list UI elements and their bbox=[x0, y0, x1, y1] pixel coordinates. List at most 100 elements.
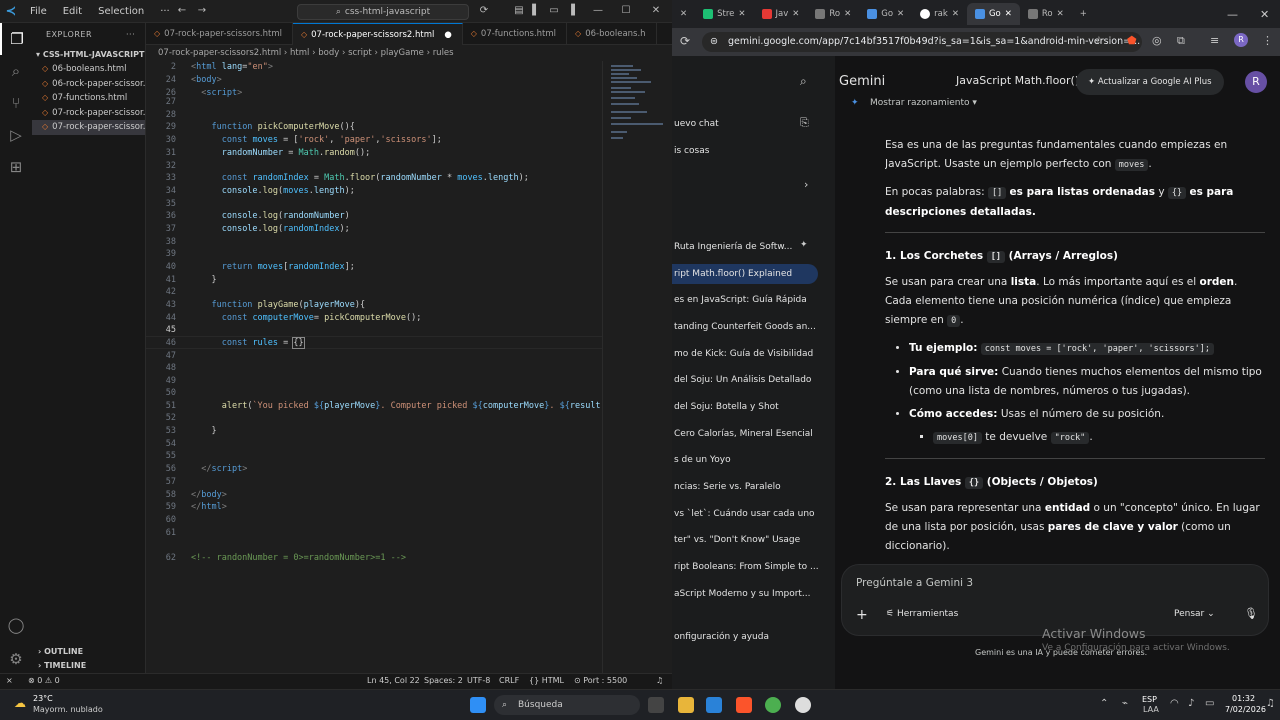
minimize-icon[interactable]: — bbox=[1227, 8, 1238, 21]
problems-indicator[interactable]: ⊗ 0 ⚠ 0 bbox=[28, 676, 60, 685]
chat-title[interactable]: JavaScript Math.floor() bbox=[956, 74, 1079, 87]
site-info-icon[interactable]: ⊜ bbox=[710, 32, 718, 52]
reading-list-icon[interactable]: ≡ bbox=[1210, 34, 1219, 47]
breadcrumb-body[interactable]: body bbox=[318, 48, 339, 58]
live-server-port[interactable]: ⊙ Port : 5500 bbox=[574, 676, 627, 685]
search-icon[interactable]: ⌕ bbox=[0, 55, 32, 87]
history-item[interactable]: ncias: Serie vs. Paralelo bbox=[672, 477, 835, 497]
taskbar-search[interactable]: ⌕ Búsqueda bbox=[494, 695, 640, 715]
browser-tab[interactable]: Go ✕ bbox=[859, 3, 912, 25]
weather-icon[interactable]: ☁ bbox=[14, 696, 26, 710]
breadcrumb-playgame[interactable]: playGame bbox=[381, 48, 424, 58]
new-tab-button[interactable]: + bbox=[1072, 3, 1095, 25]
encoding[interactable]: UTF-8 bbox=[467, 676, 490, 685]
clock-time[interactable]: 01:32 bbox=[1232, 694, 1255, 703]
weather-desc[interactable]: Mayorm. nublado bbox=[33, 705, 103, 714]
openai-icon[interactable] bbox=[795, 697, 811, 713]
file-item[interactable]: ◇ 07-rock-paper-scissor... bbox=[32, 106, 145, 121]
tab-booleans[interactable]: ◇ 06-booleans.h bbox=[567, 23, 657, 45]
gemini-brand[interactable]: Gemini bbox=[839, 74, 885, 89]
close-icon[interactable]: ✕ bbox=[1005, 3, 1012, 25]
file-item[interactable]: ◇ 06-booleans.html bbox=[32, 62, 145, 77]
history-item[interactable]: ter" vs. "Don't Know" Usage bbox=[672, 530, 835, 550]
menu-selection[interactable]: Selection bbox=[90, 6, 152, 17]
notifications-icon[interactable]: ♫ bbox=[1266, 698, 1275, 709]
menu-edit[interactable]: Edit bbox=[55, 6, 90, 17]
close-icon[interactable]: ✕ bbox=[1260, 8, 1269, 21]
close-icon[interactable]: ✕ bbox=[738, 3, 745, 25]
breadcrumb-file[interactable]: 07-rock-paper-scissors2.html bbox=[158, 48, 281, 58]
file-item[interactable]: ◇ 07-functions.html bbox=[32, 91, 145, 106]
address-bar[interactable]: ⊜ gemini.google.com/app/7c14bf3517f0b49d… bbox=[702, 32, 1142, 52]
browser-tab[interactable]: Stre ✕ bbox=[695, 3, 753, 25]
toggle-sidebar-icon[interactable]: ▌ bbox=[530, 5, 542, 17]
close-icon[interactable]: ✕ bbox=[844, 3, 851, 25]
language-indicator[interactable]: ESP bbox=[1142, 695, 1157, 704]
breadcrumb-html[interactable]: html bbox=[290, 48, 309, 58]
new-chat-button[interactable]: uevo chat bbox=[672, 114, 835, 134]
minimize-icon[interactable]: — bbox=[592, 5, 604, 17]
edit-icon[interactable]: ⎘ bbox=[800, 116, 809, 130]
tab-rock-paper-scissors[interactable]: ◇ 07-rock-paper-scissors.html bbox=[146, 23, 293, 45]
upgrade-button[interactable]: ✦ Actualizar a Google AI Plus bbox=[1076, 69, 1224, 95]
brave-extension-icon[interactable]: ⬟ bbox=[1127, 34, 1137, 47]
menu-kebab-icon[interactable]: ⋮ bbox=[1262, 34, 1273, 47]
history-item[interactable]: Ruta Ingeniería de Softw... bbox=[672, 237, 835, 257]
bookmark-star-icon[interactable]: ☆ bbox=[1094, 34, 1104, 47]
history-item[interactable]: aScript Moderno y su Import... bbox=[672, 584, 835, 604]
browser-tab[interactable]: Jav ✕ bbox=[754, 3, 808, 25]
workspace-folder[interactable]: ▾ CSS-HTML-JAVASCRIPT bbox=[32, 47, 145, 62]
source-control-icon[interactable]: ⑂ bbox=[0, 87, 32, 119]
browser-tab[interactable]: Ro ✕ bbox=[807, 3, 859, 25]
clock-date[interactable]: 7/02/2026 bbox=[1225, 705, 1266, 714]
history-item[interactable]: del Soju: Botella y Shot bbox=[672, 397, 835, 417]
weather-temp[interactable]: 23°C bbox=[33, 694, 53, 703]
history-item[interactable]: s de un Yoyo bbox=[672, 450, 835, 470]
file-explorer-icon[interactable] bbox=[678, 697, 694, 713]
explorer-icon[interactable]: ❐ bbox=[0, 23, 32, 55]
browser-tab-active[interactable]: Go ✕ bbox=[966, 3, 1020, 25]
menu-file[interactable]: File bbox=[22, 6, 55, 17]
close-icon[interactable]: ✕ bbox=[952, 3, 959, 25]
code-editor[interactable]: 2 24 26 27 28 29 30 31 32 33 34 35 36 37 38 39 40 41 42 43 4… bbox=[146, 61, 602, 673]
history-item-active[interactable]: ript Math.floor() Explained bbox=[672, 264, 818, 284]
history-item[interactable]: es en JavaScript: Guía Rápida bbox=[672, 290, 835, 310]
wifi-icon[interactable]: ◠ bbox=[1170, 698, 1179, 709]
tab-functions[interactable]: ◇ 07-functions.html bbox=[463, 23, 568, 45]
vscode-taskbar-icon[interactable] bbox=[706, 697, 722, 713]
mode-selector[interactable]: Pensar ⌄ bbox=[1174, 609, 1215, 619]
settings-gear-icon[interactable]: ⚙ bbox=[0, 643, 32, 675]
file-item-selected[interactable]: ◇ 07-rock-paper-scissor... bbox=[32, 120, 145, 135]
history-item[interactable]: ript Booleans: From Simple to ... bbox=[672, 557, 835, 577]
cursor-position[interactable]: Ln 45, Col 22 bbox=[367, 676, 420, 685]
toggle-secondary-icon[interactable]: ▐ bbox=[565, 5, 577, 17]
menu-more[interactable]: ··· bbox=[152, 6, 178, 17]
file-item[interactable]: ◇ 06-rock-paper-scissor... bbox=[32, 77, 145, 92]
language-mode[interactable]: {} HTML bbox=[529, 676, 564, 685]
avatar[interactable]: R bbox=[1245, 71, 1267, 93]
extensions-puzzle-icon[interactable]: ⧉ bbox=[1177, 34, 1185, 48]
network-icon[interactable]: ⌁ bbox=[1122, 698, 1128, 709]
microphone-icon[interactable]: 🎙 bbox=[1244, 607, 1258, 620]
chrome-icon[interactable] bbox=[765, 697, 781, 713]
task-view-icon[interactable] bbox=[648, 697, 664, 713]
layout-panel-icon[interactable]: ▤ bbox=[513, 5, 525, 17]
outline-section[interactable]: › OUTLINE bbox=[32, 645, 83, 659]
forward-arrow-icon[interactable]: → bbox=[196, 5, 208, 17]
history-item[interactable]: vs `let`: Cuándo usar cada uno bbox=[672, 504, 835, 524]
brave-browser-icon[interactable] bbox=[736, 697, 752, 713]
history-item[interactable]: del Soju: Un Análisis Detallado bbox=[672, 370, 835, 390]
command-search[interactable]: ⌕ css-html-javascript bbox=[297, 4, 469, 20]
reload-icon[interactable]: ⟳ bbox=[680, 34, 690, 48]
indentation[interactable]: Spaces: 2 bbox=[424, 676, 463, 685]
close-icon[interactable]: ✕ bbox=[897, 3, 904, 25]
settings-help-link[interactable]: onfiguración y ayuda bbox=[672, 627, 835, 647]
maximize-icon[interactable]: ☐ bbox=[620, 5, 632, 17]
extension-icon[interactable]: ◎ bbox=[1152, 34, 1162, 47]
extensions-icon[interactable]: ⊞ bbox=[0, 151, 32, 183]
add-attachment-icon[interactable]: + bbox=[856, 607, 868, 623]
windows-start-icon[interactable] bbox=[470, 697, 486, 713]
volume-icon[interactable]: ♪ bbox=[1188, 698, 1194, 709]
close-icon[interactable]: ✕ bbox=[792, 3, 799, 25]
breadcrumb-script[interactable]: script bbox=[348, 48, 372, 58]
